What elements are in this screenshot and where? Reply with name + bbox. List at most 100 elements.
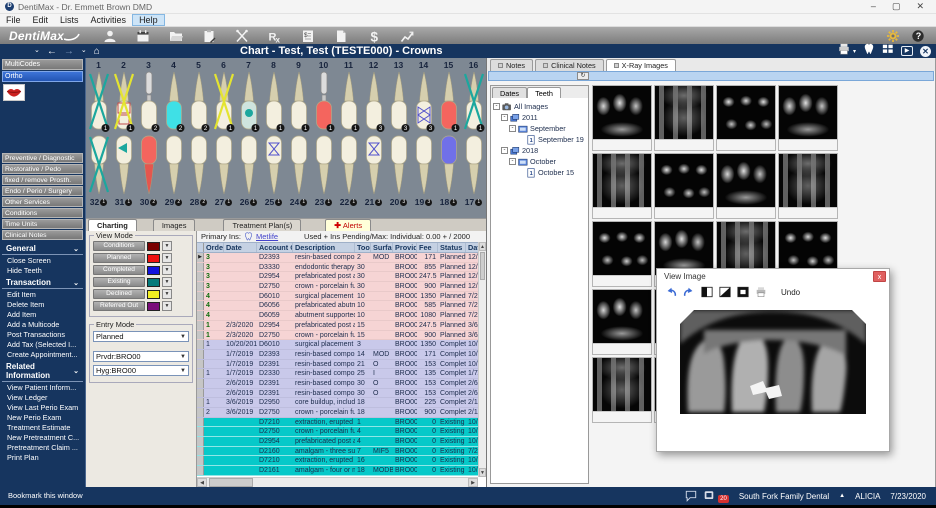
chevron-down-icon[interactable]: ▼ bbox=[162, 241, 172, 251]
printer-icon[interactable] bbox=[755, 286, 767, 298]
tab-treatment-plan-s-[interactable]: Treatment Plan(s) bbox=[223, 219, 301, 231]
up-arrow-icon[interactable]: ▲ bbox=[839, 493, 845, 499]
menu-edit[interactable]: Edit bbox=[27, 14, 55, 26]
sidebar-item-hide-teeth[interactable]: Hide Teeth bbox=[0, 266, 85, 276]
instruments-icon[interactable] bbox=[235, 29, 250, 43]
gear-icon[interactable] bbox=[886, 29, 901, 43]
sidebar-item-create-appointment-[interactable]: Create Appointment... bbox=[0, 350, 85, 360]
tab-x-ray-images[interactable]: X-Ray Images bbox=[606, 59, 676, 71]
xray-thumbnail[interactable] bbox=[592, 289, 652, 355]
multicodes-button[interactable]: MultiCodes bbox=[2, 59, 83, 70]
chevron-down-icon[interactable]: ▼ bbox=[162, 265, 172, 275]
chevron-down-icon[interactable]: ⌄ bbox=[81, 46, 87, 54]
view-mode-conditions[interactable]: Conditions bbox=[93, 241, 145, 251]
tree-expander[interactable]: - bbox=[501, 147, 508, 154]
tab-clinical-notes[interactable]: Clinical Notes bbox=[535, 59, 604, 71]
view-mode-existing[interactable]: Existing bbox=[93, 277, 145, 287]
scroll-left-arrow[interactable]: ◀ bbox=[197, 478, 207, 487]
row-selector[interactable] bbox=[197, 408, 204, 417]
tab-images[interactable]: Images bbox=[153, 219, 196, 231]
chat-icon[interactable] bbox=[685, 490, 697, 502]
table-row[interactable]: 1/7/2019D2393resin-based composite -14MO… bbox=[197, 350, 478, 360]
tooth-4[interactable]: 2 bbox=[161, 70, 186, 133]
ledger-icon[interactable]: $ bbox=[301, 29, 316, 43]
ortho-button[interactable]: Ortho bbox=[2, 71, 83, 82]
column-header-description[interactable]: Description bbox=[293, 243, 355, 252]
tooth-23[interactable] bbox=[311, 133, 336, 196]
row-selector[interactable] bbox=[197, 427, 204, 436]
row-selector[interactable] bbox=[197, 263, 204, 272]
tooth-32[interactable] bbox=[86, 133, 111, 196]
view-mode-declined[interactable]: Declined bbox=[93, 289, 145, 299]
menu-help[interactable]: Help bbox=[132, 14, 165, 26]
tooth-18[interactable] bbox=[436, 133, 461, 196]
chevron-down-icon[interactable]: ⌄ bbox=[73, 367, 79, 375]
sidebar-item-delete-item[interactable]: Delete Item bbox=[0, 300, 85, 310]
table-row[interactable]: 12/3/2020D2750crown - porcelain fused15B… bbox=[197, 331, 478, 341]
row-selector[interactable] bbox=[197, 272, 204, 281]
tooth-15[interactable]: 1 bbox=[436, 70, 461, 133]
scroll-up-arrow[interactable]: ▲ bbox=[479, 242, 486, 251]
row-selector[interactable] bbox=[197, 350, 204, 359]
undo-arrow-icon[interactable] bbox=[665, 286, 677, 298]
minimize-button[interactable]: – bbox=[871, 1, 876, 12]
column-header-order[interactable]: Order bbox=[204, 243, 224, 252]
tooth-16[interactable]: 1 bbox=[461, 70, 486, 133]
tooth-19[interactable] bbox=[411, 133, 436, 196]
xray-thumbnail[interactable] bbox=[592, 221, 652, 287]
sidebar-item-view-last-perio-exam[interactable]: View Last Perio Exam bbox=[0, 403, 85, 413]
sidebar-item-new-pretreatment-c-[interactable]: New Pretreatment C... bbox=[0, 433, 85, 443]
row-selector[interactable] bbox=[197, 340, 204, 349]
tree-item-september-19[interactable]: 1September 19 bbox=[492, 134, 587, 145]
view-mode-referred-out[interactable]: Referred Out bbox=[93, 301, 145, 311]
scrollbar-thumb[interactable] bbox=[209, 478, 253, 487]
menu-activities[interactable]: Activities bbox=[85, 14, 133, 26]
column-header-date[interactable]: Date bbox=[224, 243, 257, 252]
sidebar-item-pretreatment-claim-[interactable]: Pretreatment Claim ... bbox=[0, 443, 85, 453]
chevron-down-icon[interactable]: ⌄ bbox=[73, 279, 79, 287]
tooth-2[interactable]: 1 bbox=[111, 70, 136, 133]
rx-icon[interactable]: Rx bbox=[268, 29, 283, 43]
back-arrow-icon[interactable]: ← bbox=[47, 46, 57, 57]
tooth-26[interactable] bbox=[236, 133, 261, 196]
table-row[interactable]: 3D2750crown - porcelain fused30BRO00900P… bbox=[197, 282, 478, 292]
tree-tab-dates[interactable]: Dates bbox=[492, 87, 527, 98]
tooth-14[interactable]: 3 bbox=[411, 70, 436, 133]
close-chart-button[interactable]: ✕ bbox=[920, 46, 931, 57]
tooth-9[interactable]: 1 bbox=[286, 70, 311, 133]
column-header-status[interactable]: Status bbox=[438, 243, 466, 252]
open-folder-icon[interactable] bbox=[169, 29, 184, 43]
category-endo-perio-surgery[interactable]: Endo / Perio / Surgery bbox=[2, 186, 83, 196]
row-selector[interactable] bbox=[197, 331, 204, 340]
column-header-provider[interactable]: Provider bbox=[393, 243, 417, 252]
chevron-down-icon[interactable]: ▼ bbox=[162, 301, 172, 311]
sidebar-item-add-item[interactable]: Add Item bbox=[0, 310, 85, 320]
home-icon[interactable]: ⌂ bbox=[94, 46, 100, 57]
view-mode-completed[interactable]: Completed bbox=[93, 265, 145, 275]
tab-alerts[interactable]: ✚Alerts bbox=[325, 219, 371, 231]
provider-select[interactable]: Prvdr:BRO00▼ bbox=[93, 351, 189, 362]
table-row[interactable]: 4D6010surgical placement of in10BRO00135… bbox=[197, 292, 478, 302]
sidebar-item-view-ledger[interactable]: View Ledger bbox=[0, 393, 85, 403]
xray-thumbnail[interactable] bbox=[654, 153, 714, 219]
sidebar-item-post-transactions[interactable]: Post Transactions bbox=[0, 330, 85, 340]
menu-file[interactable]: File bbox=[0, 14, 27, 26]
column-header-tooth[interactable]: Tooth bbox=[355, 243, 371, 252]
table-row[interactable]: 2/6/2019D2391resin-based composite -30OB… bbox=[197, 379, 478, 389]
table-row[interactable]: D7210extraction, erupted toot16BRO000Exi… bbox=[197, 456, 478, 466]
table-row[interactable]: 4D6056prefabricated abutment10BRO00585Pl… bbox=[197, 301, 478, 311]
dialog-close-button[interactable]: x bbox=[873, 271, 886, 282]
table-row[interactable]: ▶3D2393resin-based composite -2MODBRO001… bbox=[197, 253, 478, 263]
table-row[interactable]: 4D6059abutment supported po10BRO001080Pl… bbox=[197, 311, 478, 321]
row-selector[interactable] bbox=[197, 360, 204, 369]
row-selector[interactable] bbox=[197, 447, 204, 456]
table-row[interactable]: 1/7/2019D2391resin-based composite -21OB… bbox=[197, 360, 478, 370]
table-row[interactable]: 2/6/2019D2391resin-based composite -30OB… bbox=[197, 389, 478, 399]
tooth-30[interactable] bbox=[136, 133, 161, 196]
xray-thumbnail[interactable] bbox=[592, 153, 652, 219]
row-selector[interactable] bbox=[197, 437, 204, 446]
insurance-carrier-link[interactable]: Metlife bbox=[256, 232, 278, 241]
patient-icon[interactable] bbox=[103, 29, 118, 43]
schedule-icon[interactable] bbox=[136, 29, 151, 43]
ortho-lips-button[interactable] bbox=[3, 84, 25, 101]
